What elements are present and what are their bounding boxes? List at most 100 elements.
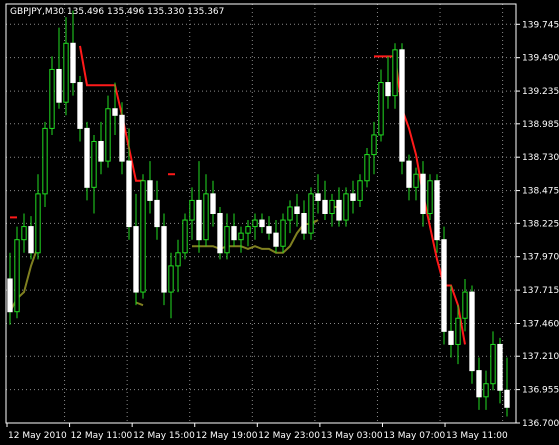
candle-body: [357, 180, 363, 201]
candle-body: [77, 82, 83, 129]
candle-layer: [7, 10, 510, 417]
candle-body: [119, 114, 125, 162]
candle-body: [133, 226, 139, 293]
price-tick-label: 136.700: [522, 419, 559, 429]
price-tick-label: 139.745: [522, 20, 559, 30]
candle-body: [308, 193, 314, 234]
candle-body: [343, 193, 349, 221]
candle-body: [217, 213, 223, 254]
price-tick-label: 137.715: [522, 286, 559, 296]
time-tick-label: 12 May 19:00: [196, 431, 258, 441]
candle-body: [329, 199, 335, 214]
candle-body: [224, 226, 230, 254]
price-tick-label: 138.985: [522, 120, 559, 130]
ohlc-label: 135.496 135.496 135.330 135.367: [66, 7, 225, 17]
candle-body: [364, 154, 370, 182]
time-tick-label: 13 May 03:00: [321, 431, 383, 441]
candle-body: [273, 232, 279, 247]
candle-body: [175, 252, 181, 267]
uptrend-line: [135, 301, 144, 307]
candle-body: [210, 193, 216, 214]
candle-body: [322, 199, 328, 214]
candle-body: [98, 140, 104, 162]
candle-body: [112, 108, 118, 116]
candle-body: [448, 330, 454, 345]
candle-body: [196, 199, 202, 241]
time-tick-label: 12 May 23:00: [258, 431, 320, 441]
price-tick-label: 139.235: [522, 87, 559, 97]
candle-body: [245, 226, 251, 234]
candle-body: [63, 42, 69, 103]
candle-body: [140, 180, 146, 293]
price-tick-label: 139.490: [522, 54, 559, 64]
candle-body: [427, 180, 433, 214]
candle-body: [182, 219, 188, 254]
candle-body: [238, 232, 244, 241]
candle-body: [385, 82, 391, 97]
time-tick-label: 12 May 15:00: [133, 431, 195, 441]
price-tick-label: 137.210: [522, 352, 559, 362]
candle-body: [294, 206, 300, 214]
price-tick-label: 136.955: [522, 386, 559, 396]
candle-body: [168, 265, 174, 293]
candle-body: [189, 199, 195, 221]
candle-body: [413, 173, 419, 188]
candle-body: [336, 199, 342, 221]
candlestick-chart[interactable]: 139.745 139.490 139.235 138.985 138.730 138.4…: [0, 0, 559, 445]
candle-body: [371, 134, 377, 156]
candle-body: [280, 219, 286, 247]
candle-body: [161, 226, 167, 293]
candle-body: [350, 193, 356, 201]
time-tick-label: 12 May 11:00: [71, 431, 133, 441]
candle-body: [490, 343, 496, 385]
candle-body: [231, 226, 237, 241]
price-tick-label: 137.460: [522, 319, 559, 329]
candle-body: [42, 127, 48, 195]
candle-body: [21, 226, 27, 241]
candle-body: [420, 173, 426, 214]
candle-body: [154, 199, 160, 228]
candle-body: [497, 343, 503, 391]
candle-body: [301, 213, 307, 234]
candle-body: [147, 180, 153, 201]
candle-body: [49, 68, 55, 129]
symbol-label: GBPJPY,M30: [10, 7, 65, 17]
candle-body: [434, 180, 440, 241]
candle-body: [84, 127, 90, 188]
candle-body: [469, 291, 475, 372]
candle-body: [252, 219, 258, 228]
time-tick-label: 13 May 11:00: [446, 431, 508, 441]
candle-body: [70, 42, 76, 84]
candle-body: [483, 383, 489, 398]
candle-body: [399, 49, 405, 162]
candle-body: [35, 193, 41, 254]
price-tick-label: 137.970: [522, 253, 559, 263]
candle-body: [441, 239, 447, 332]
candle-body: [392, 49, 398, 97]
chart-window[interactable]: 139.745 139.490 139.235 138.985 138.730 138.4…: [0, 0, 559, 445]
uptrend-line: [9, 245, 39, 313]
candle-body: [91, 140, 97, 188]
price-tick-label: 138.475: [522, 187, 559, 197]
time-tick-label: 13 May 07:00: [383, 431, 445, 441]
candle-body: [462, 291, 468, 319]
symbol-ohlc-label: GBPJPY,M30 135.496 135.496 135.330 135.3…: [10, 7, 224, 17]
candle-body: [378, 82, 384, 136]
candle-body: [406, 160, 412, 188]
candle-body: [315, 193, 321, 201]
candle-body: [287, 206, 293, 221]
candle-body: [105, 108, 111, 162]
time-tick-label: 12 May 2010: [8, 431, 67, 441]
candle-body: [259, 219, 265, 228]
candle-body: [455, 317, 461, 345]
price-tick-label: 138.225: [522, 219, 559, 229]
candle-body: [56, 68, 62, 103]
candle-body: [14, 239, 20, 313]
price-tick-label: 138.730: [522, 153, 559, 163]
candle-body: [28, 226, 34, 254]
candle-body: [203, 193, 209, 241]
candle-body: [7, 278, 13, 313]
candle-body: [266, 226, 272, 234]
candle-body: [504, 389, 510, 408]
candle-body: [476, 370, 482, 398]
